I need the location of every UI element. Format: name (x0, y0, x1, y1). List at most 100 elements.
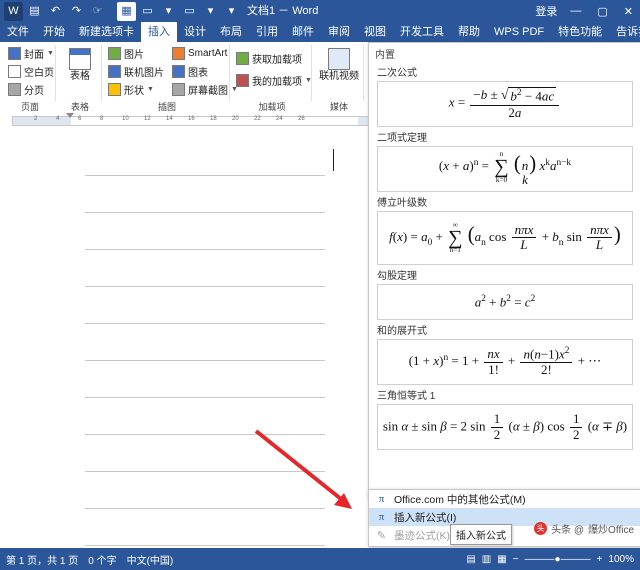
minimize-button[interactable]: — (567, 5, 584, 17)
equation-preview-pythagoras[interactable]: a2 + b2 = c2 (377, 284, 633, 320)
document-title: 文档1 － Word (247, 5, 319, 17)
tab-references[interactable]: 引用 (249, 22, 285, 42)
indent-marker[interactable] (66, 113, 74, 118)
tab-tell-me[interactable]: 告诉我 (609, 22, 640, 42)
gallery-label-expansion: 和的展开式 (377, 326, 427, 337)
menu-item-label: 插入新公式(I) (394, 511, 457, 524)
tab-home[interactable]: 开始 (36, 22, 72, 42)
tab-features[interactable]: 特色功能 (551, 22, 609, 42)
text-baseline (85, 249, 325, 250)
extra-icon-4[interactable]: ▾ (201, 2, 220, 21)
tab-view[interactable]: 视图 (357, 22, 393, 42)
equation-preview-trig1[interactable]: sin α ± sin β = 2 sin 12 (α ± β) cos 12 … (377, 404, 633, 450)
tab-developer[interactable]: 开发工具 (393, 22, 451, 42)
zoom-out-icon[interactable]: − (513, 554, 519, 565)
highlighted-qat-icon[interactable]: ▦ (117, 1, 136, 21)
blank-page-button[interactable]: 空白页 (6, 63, 56, 80)
group-separator (101, 45, 102, 101)
tab-new-tab[interactable]: 新建选项卡 (72, 22, 141, 42)
smartart-icon (172, 47, 185, 60)
table-button[interactable]: 表格 (58, 48, 102, 82)
extra-icon-3[interactable]: ▭ (180, 2, 199, 21)
vertical-ruler (0, 127, 14, 570)
print-layout-icon[interactable]: ▤ (466, 554, 475, 565)
tab-review[interactable]: 审阅 (321, 22, 357, 42)
zoom-level[interactable]: 100% (608, 554, 634, 565)
extra-icon-1[interactable]: ▭ (138, 2, 157, 21)
ribbon-tabs[interactable]: 文件 开始 新建选项卡 插入 设计 布局 引用 邮件 审阅 视图 开发工具 帮助… (0, 22, 640, 42)
tab-mailings[interactable]: 邮件 (285, 22, 321, 42)
gallery-group-binomial[interactable]: 二项式定理 (x + a)n = n ∑ k=0 (n k) xkan−k (369, 127, 640, 192)
chart-button[interactable]: 图表 (170, 63, 210, 80)
customize-qat-icon[interactable]: ▾ (222, 2, 241, 21)
tab-insert[interactable]: 插入 (141, 22, 177, 42)
tab-wps-pdf[interactable]: WPS PDF (487, 22, 551, 42)
watermark-prefix: 头条 @ (551, 525, 585, 536)
equation-preview-fourier[interactable]: f(x) = a0 + ∞ ∑ n=1 (an cos nπx L + bn sin … (377, 211, 633, 265)
my-addins-button[interactable]: 我的加载项 ▼ (234, 72, 314, 89)
gallery-group-quadratic[interactable]: 二次公式 x = −b ± √ b2 − 4ac 2a (369, 62, 640, 127)
gallery-group-pythagoras[interactable]: 勾股定理 a2 + b2 = c2 (369, 265, 640, 320)
menu-item-label: 墨迹公式(K) (394, 529, 450, 542)
page-indicator[interactable]: 第 1 页，共 1 页 (6, 552, 78, 567)
page-break-button[interactable]: 分页 (6, 81, 46, 98)
word-count[interactable]: 0 个字 (88, 552, 116, 567)
signin-button[interactable]: 登录 (535, 3, 557, 19)
gallery-group-fourier[interactable]: 傅立叶级数 f(x) = a0 + ∞ ∑ n=1 (an cos nπx L + b… (369, 192, 640, 265)
zoom-slider[interactable]: ———●——— (525, 554, 591, 565)
shapes-button[interactable]: 形状 ▼ (106, 81, 156, 98)
formula-pythagoras: a2 + b2 = c2 (474, 293, 536, 310)
smartart-label: SmartArt (188, 48, 228, 59)
cover-page-label: 封面 (24, 50, 44, 61)
tab-design[interactable]: 设计 (177, 22, 213, 42)
equation-preview-quadratic[interactable]: x = −b ± √ b2 − 4ac 2a (377, 81, 633, 127)
gallery-label-pythagoras: 勾股定理 (377, 271, 417, 282)
zoom-in-icon[interactable]: + (597, 554, 603, 565)
status-bar-left: 第 1 页，共 1 页 0 个字 中文(中国) (0, 552, 173, 567)
ruler-tick: 24 (276, 116, 283, 122)
tab-help[interactable]: 帮助 (451, 22, 487, 42)
quick-access-toolbar[interactable]: W ▤ ↶ ↷ ☞ ▦ ▭ ▾ ▭ ▾ ▾ (0, 0, 241, 22)
undo-icon[interactable]: ↶ (46, 2, 65, 21)
formula-quadratic: x = −b ± √ b2 − 4ac 2a (449, 87, 561, 120)
online-pictures-button[interactable]: 联机图片 (106, 63, 166, 80)
online-video-label: 联机视频 (319, 71, 359, 82)
close-button[interactable]: ✕ (621, 5, 636, 18)
save-icon[interactable]: ▤ (25, 2, 44, 21)
toutiao-logo-icon: 头 (534, 522, 548, 535)
equation-gallery[interactable]: 内置 二次公式 x = −b ± √ b2 − 4ac 2a 二项式定理 (x +… (368, 42, 640, 499)
equation-preview-binomial[interactable]: (x + a)n = n ∑ k=0 (n k) xkan−k (377, 146, 633, 192)
text-baseline (85, 212, 325, 213)
ruler-tick: 20 (232, 116, 239, 122)
get-addins-button[interactable]: 获取加载项 (234, 50, 304, 67)
picture-icon (108, 47, 121, 60)
ribbon-group-illustrations: 图片 联机图片 形状 ▼ SmartArt 图表 屏幕截图 ▼ 插图 (104, 42, 238, 113)
read-mode-icon[interactable]: ▦ (497, 554, 506, 565)
pictures-button[interactable]: 图片 (106, 45, 146, 62)
smartart-button[interactable]: SmartArt (170, 45, 229, 62)
equation-preview-expansion[interactable]: (1 + x)n = 1 + nx 1! + n(n−1)x2 2! + ⋯ (377, 339, 633, 385)
online-video-button[interactable]: 联机视频 (317, 48, 361, 82)
touch-mode-icon[interactable]: ☞ (88, 2, 107, 21)
language-indicator[interactable]: 中文(中国) (127, 552, 174, 567)
restore-button[interactable]: ▢ (594, 5, 610, 18)
group-separator (55, 45, 56, 101)
web-layout-icon[interactable]: ▥ (482, 554, 491, 565)
gallery-group-expansion[interactable]: 和的展开式 (1 + x)n = 1 + nx 1! + n(n−1)x2 2! +… (369, 320, 640, 385)
online-pictures-icon (108, 65, 121, 78)
ruler-tick: 2 (34, 116, 38, 122)
menu-item-office-more-equations[interactable]: π Office.com 中的其他公式(M) (369, 490, 640, 508)
tab-layout[interactable]: 布局 (213, 22, 249, 42)
gallery-label-binomial: 二项式定理 (377, 133, 427, 144)
text-baseline (85, 397, 325, 398)
extra-icon-2[interactable]: ▾ (159, 2, 178, 21)
redo-icon[interactable]: ↷ (67, 2, 86, 21)
blank-page-label: 空白页 (24, 68, 54, 79)
group-title-illustrations: 插图 (157, 102, 176, 112)
gallery-group-trig1[interactable]: 三角恒等式 1 sin α ± sin β = 2 sin 12 (α ± β)… (369, 385, 640, 450)
group-separator (311, 45, 312, 101)
tab-file[interactable]: 文件 (0, 22, 36, 42)
gallery-label-trig1: 三角恒等式 1 (377, 391, 436, 402)
my-addins-icon (236, 74, 249, 87)
cover-page-button[interactable]: 封面 ▼ (6, 45, 56, 62)
